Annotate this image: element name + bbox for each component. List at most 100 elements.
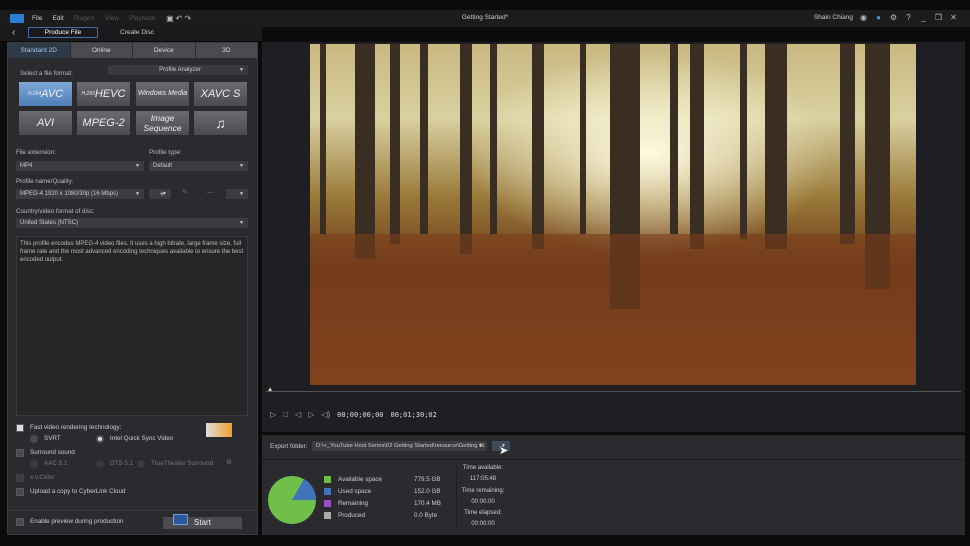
intel-quick-sync-label: Intel Quick Sync Video (110, 435, 174, 442)
produced-swatch (324, 512, 331, 519)
duration-timecode: 00;01;30;02 (390, 410, 437, 419)
fast-rendering-label: Fast video rendering technology: (30, 424, 122, 431)
dts-radio[interactable] (96, 460, 104, 468)
time-remaining-label: Time remaining: (461, 487, 505, 494)
profile-description: This profile encodes MPEG-4 video files.… (16, 236, 248, 416)
video-preview (310, 44, 916, 385)
menu-plugins[interactable]: Plugins (74, 15, 95, 22)
menu-file[interactable]: File (32, 15, 42, 22)
next-frame-icon[interactable]: ▷ (308, 410, 314, 419)
file-extension-select[interactable]: MP4 (16, 161, 144, 171)
upload-cloud-checkbox[interactable] (16, 488, 24, 496)
file-extension-label: File extension: (16, 149, 56, 156)
surround-checkbox[interactable] (16, 449, 24, 457)
dts-label: DTS 5.1 (110, 460, 134, 467)
export-panel: Export folder: D:\+_YouTube Host Series\… (262, 435, 965, 535)
window-title: Getting Started* (461, 14, 509, 21)
restore-icon[interactable]: ❐ (934, 13, 943, 22)
format-audio[interactable]: ♫ (193, 110, 248, 136)
remaining-swatch (324, 500, 331, 507)
app-logo-icon (10, 14, 24, 23)
upload-cloud-label: Upload a copy to CyberLink Cloud (30, 488, 126, 495)
svrt-radio[interactable] (30, 435, 38, 443)
menu-playback[interactable]: Playback (129, 15, 155, 22)
enable-preview-checkbox[interactable] (16, 518, 24, 526)
format-image-sequence[interactable]: Image Sequence (135, 110, 190, 136)
edit-profile-icon[interactable]: ✎ (182, 189, 187, 196)
time-elapsed-label: Time elapsed: (464, 510, 502, 517)
truetheater-label: TrueTheater Surround (151, 460, 214, 467)
aac-label: AAC 5.1 (44, 460, 68, 467)
profile-info-button[interactable] (226, 189, 248, 199)
add-profile-button[interactable]: + (149, 189, 171, 199)
produced-value: 0.0 Byte (414, 512, 438, 519)
surround-label: Surround sound (30, 449, 75, 456)
tab-device[interactable]: Device (133, 43, 195, 58)
export-folder-path[interactable]: D:\+_YouTube Host Series\02 Getting Star… (312, 441, 487, 451)
truetheater-radio[interactable] (137, 460, 145, 468)
back-icon[interactable]: ‹ (12, 27, 15, 38)
format-mpeg2[interactable]: MPEG-2 (76, 110, 131, 136)
capture-icon[interactable]: ▣ (165, 14, 174, 23)
available-swatch (324, 476, 331, 483)
timeline-slider[interactable] (266, 391, 961, 392)
notification-icon[interactable]: ● (874, 13, 883, 22)
current-timecode: 00;00;00;00 (337, 410, 384, 419)
time-available-label: Time available: (462, 465, 504, 471)
playhead-icon[interactable]: ▲ (267, 386, 273, 393)
settings-icon[interactable]: ⚙ (889, 13, 898, 22)
remaining-value: 170.4 MB (414, 500, 441, 507)
used-value: 152.0 GB (414, 488, 441, 495)
enable-preview-label: Enable preview during production (30, 518, 124, 525)
velocity-logo-icon (206, 423, 232, 437)
menu-view[interactable]: View (105, 15, 119, 22)
tab-online[interactable]: Online (70, 43, 132, 58)
profile-type-label: Profile type: (149, 149, 182, 156)
help-icon[interactable]: ? (904, 13, 913, 22)
fast-rendering-checkbox[interactable] (16, 424, 24, 432)
format-avc[interactable]: H.264 AVC (18, 81, 73, 107)
tab-standard-2d[interactable]: Standard 2D (8, 43, 70, 58)
export-folder-label: Export folder: (270, 443, 308, 450)
surround-settings-icon[interactable]: ⚙ (226, 459, 232, 466)
close-icon[interactable]: ✕ (949, 13, 958, 22)
available-label: Available space (338, 476, 382, 483)
time-elapsed-value: 00:00:00 (471, 521, 495, 528)
tab-create-disc[interactable]: Create Disc (120, 29, 154, 36)
format-xavc-s[interactable]: XAVC S (193, 81, 248, 107)
undo-icon[interactable]: ↶ (174, 14, 183, 23)
forest-image (310, 44, 916, 385)
minimize-icon[interactable]: _ (919, 13, 928, 22)
account-icon[interactable]: ◉ (859, 13, 868, 22)
volume-icon[interactable]: ◁) (321, 410, 330, 419)
country-select[interactable]: United States (NTSC) (16, 218, 248, 228)
available-value: 779.5 GB (414, 476, 441, 483)
profile-analyzer-button[interactable]: Profile Analyzer (108, 65, 248, 75)
intel-quick-sync-radio[interactable] (96, 435, 104, 443)
play-icon[interactable]: ▷ (270, 410, 276, 419)
xvcolor-label: x.v.Color (30, 474, 55, 481)
used-swatch (324, 488, 331, 495)
aac-radio[interactable] (30, 460, 38, 468)
profile-quality-select[interactable]: MPEG-4 1920 x 1080/30p (16 Mbps) (16, 189, 144, 199)
remaining-label: Remaining (338, 500, 369, 507)
used-label: Used space (338, 488, 372, 495)
tab-produce-file[interactable]: Produce File (28, 27, 98, 38)
menu-edit[interactable]: Edit (52, 15, 63, 22)
previous-frame-icon[interactable]: ◁ (295, 410, 301, 419)
profile-type-select[interactable]: Default (149, 161, 248, 171)
svrt-label: SVRT (44, 435, 61, 442)
profile-label: Profile name/Quality: (16, 178, 74, 185)
produced-label: Produced (338, 512, 365, 519)
format-hevc[interactable]: H.265 HEVC (76, 81, 131, 107)
remove-profile-icon[interactable]: — (207, 189, 213, 196)
format-windows-media[interactable]: Windows Media (135, 81, 190, 107)
xvcolor-checkbox[interactable] (16, 474, 24, 482)
stop-icon[interactable]: □ (283, 410, 288, 419)
tab-3d[interactable]: 3D (195, 43, 257, 58)
format-avi[interactable]: AVI (18, 110, 73, 136)
disk-space-pie-chart (268, 476, 317, 524)
select-format-label: Select a file format: (20, 70, 73, 77)
start-produce-icon (173, 514, 188, 525)
redo-icon[interactable]: ↷ (183, 14, 192, 23)
